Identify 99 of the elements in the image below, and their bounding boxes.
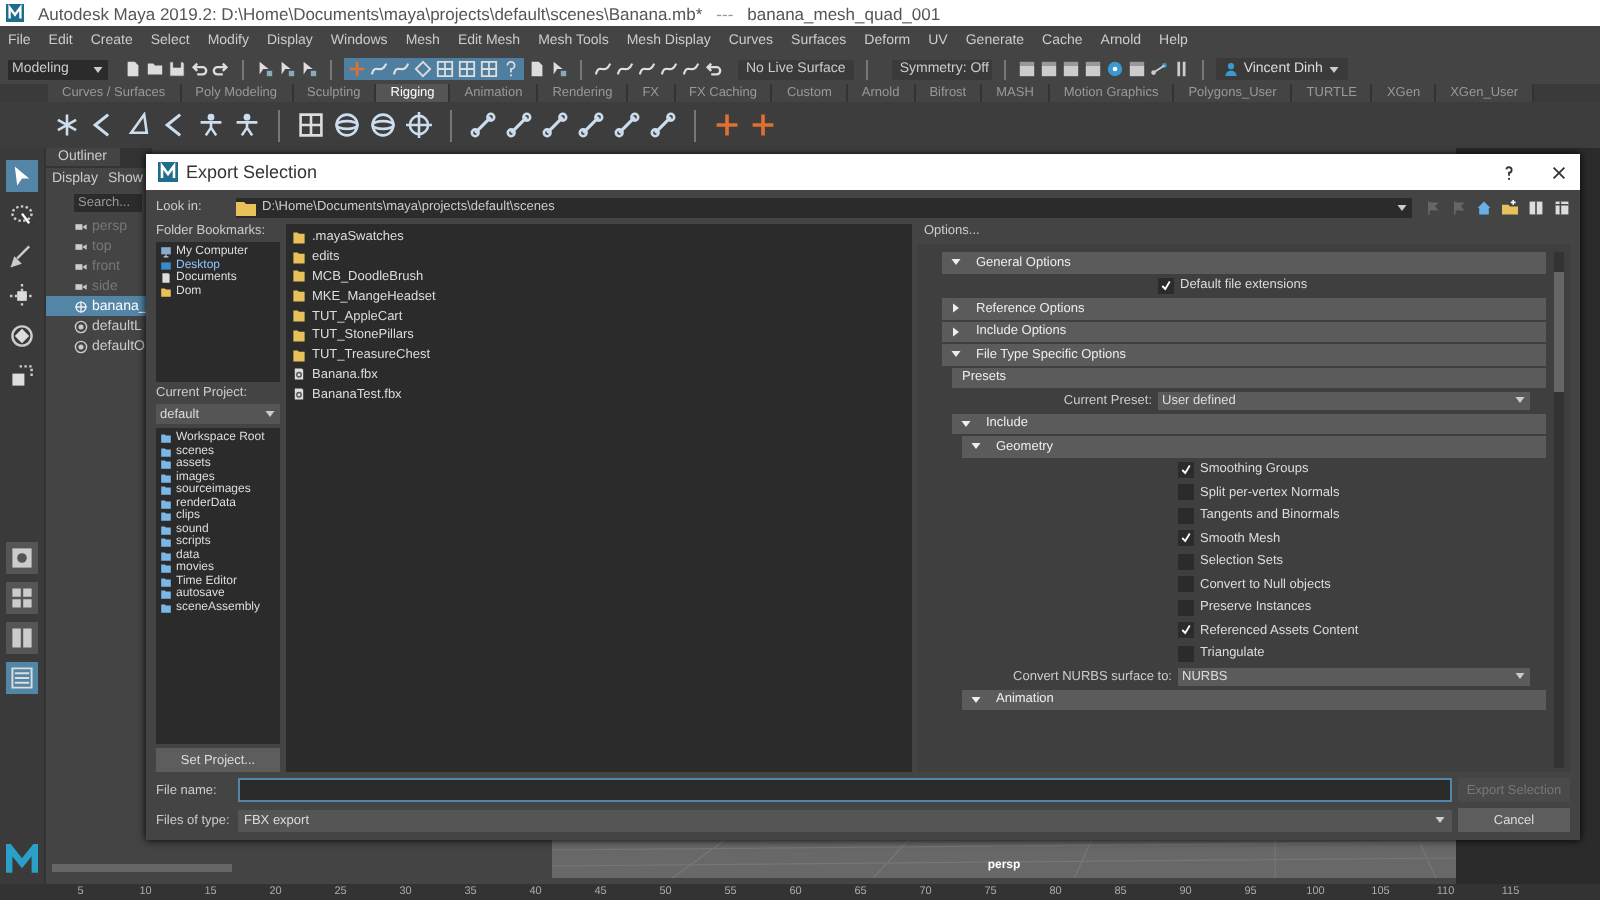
window-title: Autodesk Maya 2019.2: D:\Home\Documents\maya\projects\default\scenes\Banana.mb* [38, 3, 703, 23]
expand-triangle-icon [970, 693, 982, 706]
detail-view-icon[interactable] [1554, 199, 1570, 215]
undo-icon[interactable] [190, 60, 208, 78]
caret-icon [1514, 394, 1526, 407]
maya-logo-icon [6, 844, 38, 876]
caret-icon [1514, 670, 1526, 683]
chain-link-icon[interactable] [470, 112, 496, 138]
checkbox[interactable] [1178, 461, 1194, 478]
figure-icon[interactable] [198, 112, 224, 138]
chain-link-icon[interactable] [542, 112, 568, 138]
close-icon[interactable] [1550, 163, 1568, 181]
caret-icon [1434, 814, 1446, 826]
select-tool-icon[interactable] [278, 60, 296, 78]
node-graph-icon[interactable] [1149, 60, 1168, 78]
asterisk-icon[interactable] [54, 112, 80, 138]
checkmark-icon [1160, 279, 1172, 292]
help-icon[interactable] [1500, 163, 1518, 181]
pause-icon[interactable] [1171, 60, 1190, 78]
file-icon[interactable] [528, 60, 546, 78]
single-pane-icon [10, 546, 34, 570]
select-arrow-button[interactable] [6, 160, 38, 192]
caret-icon [264, 408, 276, 420]
move-button[interactable] [6, 280, 38, 312]
document-icon [160, 272, 172, 285]
undo-icon[interactable] [704, 60, 722, 78]
scene-name: banana_mesh_quad_001 [747, 3, 941, 23]
clapperboard-icon[interactable] [1039, 60, 1058, 78]
checkbox[interactable] [1178, 622, 1194, 639]
file-name-field[interactable] [238, 778, 1452, 802]
user-icon [1223, 62, 1238, 76]
checkbox[interactable] [1158, 277, 1174, 294]
computer-icon [160, 246, 172, 259]
brush-icon [10, 244, 34, 268]
four-pane-layout-button[interactable] [6, 582, 38, 614]
two-pane-icon [10, 626, 34, 650]
outliner-layout-button[interactable] [6, 662, 38, 694]
folder-icon [236, 197, 256, 217]
maya-logo-icon [158, 162, 178, 182]
caret-icon [1396, 201, 1408, 213]
chain-link-icon[interactable] [506, 112, 532, 138]
dialog-title: Export Selection [186, 162, 320, 182]
expand-triangle-icon [950, 256, 962, 269]
list-layout-icon [10, 666, 34, 690]
folder-icon [160, 285, 172, 298]
crosshair-icon[interactable] [406, 112, 432, 138]
document-icon [292, 386, 306, 403]
figure-icon[interactable] [234, 112, 260, 138]
new-folder-icon[interactable] [1502, 199, 1518, 215]
sphere-icon[interactable] [334, 112, 360, 138]
checkmark-icon [1180, 463, 1192, 476]
two-pane-layout-button[interactable] [6, 622, 38, 654]
checkbox[interactable] [1178, 530, 1194, 547]
chain-link-icon[interactable] [578, 112, 604, 138]
checkmark-icon [1180, 532, 1192, 545]
cross-icon[interactable] [714, 112, 740, 138]
desktop-icon [160, 259, 172, 272]
scrollbar[interactable] [1554, 252, 1564, 768]
chain-link-icon[interactable] [650, 112, 676, 138]
save-icon[interactable] [168, 60, 186, 78]
camera-icon [74, 279, 88, 293]
rotate-icon [10, 324, 34, 348]
cross-icon[interactable] [750, 112, 776, 138]
caret-icon [92, 63, 104, 75]
lasso-icon [10, 204, 34, 228]
four-pane-icon [10, 586, 34, 610]
sphere-icon[interactable] [370, 112, 396, 138]
rotate-button[interactable] [6, 320, 38, 352]
folder-icon[interactable] [146, 60, 164, 78]
triangle-icon[interactable] [126, 112, 152, 138]
scrollbar[interactable] [52, 864, 232, 872]
camera-icon [74, 259, 88, 273]
chain-link-icon[interactable] [614, 112, 640, 138]
checkmark-icon [1180, 624, 1192, 637]
list-view-icon[interactable] [1528, 199, 1544, 215]
select-tool-icon[interactable] [550, 60, 568, 78]
disc-icon[interactable] [1105, 60, 1124, 78]
mesh-icon [74, 299, 88, 313]
file-icon[interactable] [124, 60, 142, 78]
document-icon [292, 366, 306, 383]
single-pane-layout-button[interactable] [6, 542, 38, 574]
scale-icon [10, 364, 34, 388]
select-tool-icon[interactable] [256, 60, 274, 78]
title-separator: --- [716, 3, 734, 23]
clapperboard-icon[interactable] [1061, 60, 1080, 78]
clapperboard-icon[interactable] [1083, 60, 1102, 78]
arrow-icon [10, 164, 34, 188]
clapperboard-icon[interactable] [1017, 60, 1036, 78]
scale-button[interactable] [6, 360, 38, 392]
move-icon [10, 284, 34, 308]
home-icon[interactable] [1476, 199, 1492, 215]
camera-icon [74, 219, 88, 233]
diamond-icon[interactable] [414, 60, 432, 78]
camera-icon [74, 239, 88, 253]
caret-icon [1328, 63, 1341, 75]
select-tool-icon[interactable] [300, 60, 318, 78]
grid-icon[interactable] [298, 112, 324, 138]
redo-icon[interactable] [212, 60, 230, 78]
clapperboard-icon[interactable] [1127, 60, 1146, 78]
